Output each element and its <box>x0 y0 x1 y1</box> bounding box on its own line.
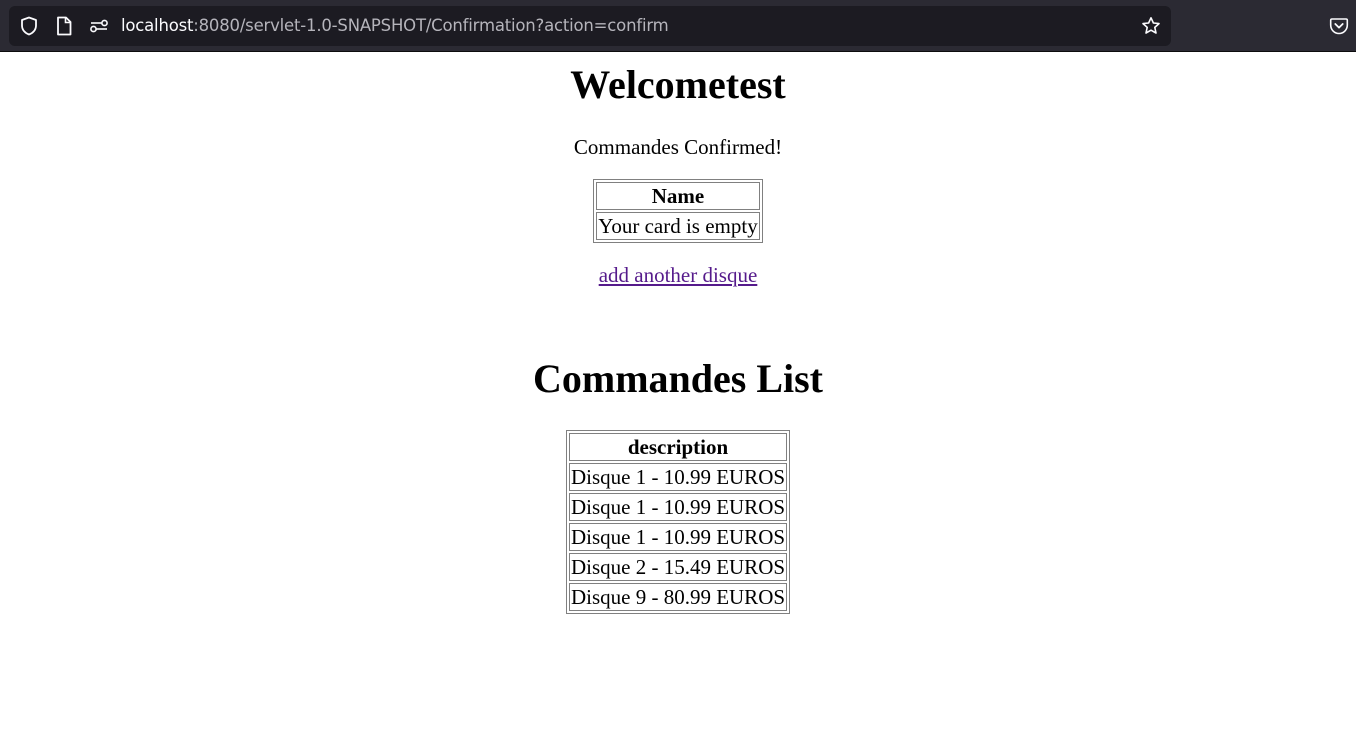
cart-empty-cell: Your card is empty <box>596 212 760 240</box>
commande-description-cell: Disque 1 - 10.99 EUROS <box>568 523 788 551</box>
commande-description-cell: Disque 2 - 15.49 EUROS <box>568 553 788 581</box>
commandes-list-heading: Commandes List <box>532 356 824 401</box>
confirmation-message: Commandes Confirmed! <box>573 135 783 159</box>
browser-toolbar: localhost:8080/servlet-1.0-SNAPSHOT/Conf… <box>0 0 1356 52</box>
url-text[interactable]: localhost:8080/servlet-1.0-SNAPSHOT/Conf… <box>121 16 669 36</box>
cart-table: Name Your card is empty <box>593 179 763 243</box>
table-row: Disque 1 - 10.99 EUROS <box>568 493 788 521</box>
permissions-icon[interactable] <box>89 16 109 36</box>
add-another-disque-link[interactable]: add another disque <box>599 263 758 287</box>
table-row: Disque 9 - 80.99 EUROS <box>568 583 788 611</box>
table-row: Disque 1 - 10.99 EUROS <box>568 463 788 491</box>
table-header-row: Name <box>596 182 760 210</box>
page-content: Welcometest Commandes Confirmed! Name Yo… <box>0 52 1356 729</box>
table-row: Your card is empty <box>596 212 760 240</box>
url-host: localhost <box>121 16 194 35</box>
bookmark-star-icon[interactable] <box>1141 16 1161 36</box>
table-row: Disque 1 - 10.99 EUROS <box>568 523 788 551</box>
pocket-icon[interactable] <box>1329 16 1349 36</box>
url-path: :8080/servlet-1.0-SNAPSHOT/Confirmation?… <box>193 16 669 35</box>
shield-icon[interactable] <box>19 16 39 36</box>
column-header-name: Name <box>596 182 760 210</box>
commande-description-cell: Disque 9 - 80.99 EUROS <box>568 583 788 611</box>
table-row: Disque 2 - 15.49 EUROS <box>568 553 788 581</box>
url-bar[interactable]: localhost:8080/servlet-1.0-SNAPSHOT/Conf… <box>9 6 1171 46</box>
commandes-table: description Disque 1 - 10.99 EUROS Disqu… <box>565 430 791 614</box>
table-header-row: description <box>568 433 788 461</box>
commande-description-cell: Disque 1 - 10.99 EUROS <box>568 463 788 491</box>
commande-description-cell: Disque 1 - 10.99 EUROS <box>568 493 788 521</box>
page-icon[interactable] <box>55 16 73 36</box>
column-header-description: description <box>568 433 788 461</box>
welcome-heading: Welcometest <box>570 62 786 107</box>
